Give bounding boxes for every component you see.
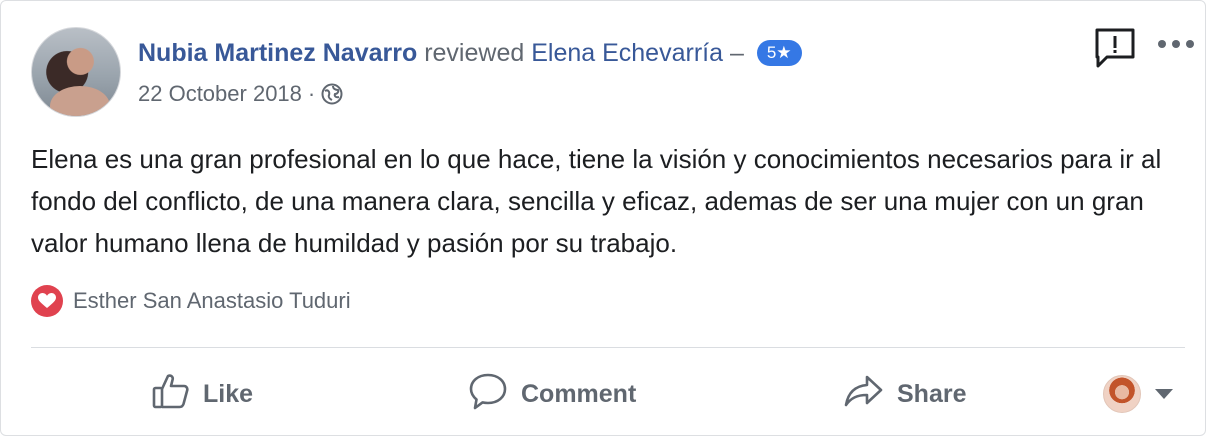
more-options-icon[interactable] [1157,37,1195,51]
review-text: Elena es una gran profesional en lo que … [31,144,1162,258]
avatar-shoulder [50,86,110,116]
page-name-link[interactable]: Elena Echevarría [531,39,723,67]
share-label: Share [897,379,967,408]
report-icon[interactable] [1093,27,1137,69]
rating-badge: 5★ [756,40,802,66]
like-label: Like [203,379,254,408]
author-name-link[interactable]: Nubia Martinez Navarro [138,39,417,67]
author-avatar[interactable] [31,27,121,117]
meta-separator: · [307,81,316,106]
like-button[interactable]: Like [151,371,253,417]
post-as-selector[interactable] [1103,371,1173,417]
share-arrow-icon [843,371,885,418]
divider [31,347,1185,348]
thumbs-up-icon [151,371,191,418]
comment-button[interactable]: Comment [467,371,636,417]
comment-bubble-icon [467,371,509,418]
reaction-names[interactable]: Esther San Anastasio Tuduri [73,288,351,314]
review-card: Nubia Martinez Navarro reviewed Elena Ec… [0,0,1206,436]
comment-label: Comment [521,379,637,408]
post-header: Nubia Martinez Navarro reviewed Elena Ec… [138,37,802,69]
share-button[interactable]: Share [843,371,966,417]
reviewed-label: reviewed [424,39,525,67]
profile-avatar [1103,375,1141,413]
header-dash: – [729,39,744,67]
post-date-link[interactable]: 22 October 2018 [138,79,302,109]
reaction-summary[interactable]: Esther San Anastasio Tuduri [31,285,351,317]
heart-icon [31,285,63,317]
chevron-down-icon [1155,389,1173,399]
post-meta: 22 October 2018 · [138,79,343,109]
globe-icon[interactable] [321,83,343,105]
